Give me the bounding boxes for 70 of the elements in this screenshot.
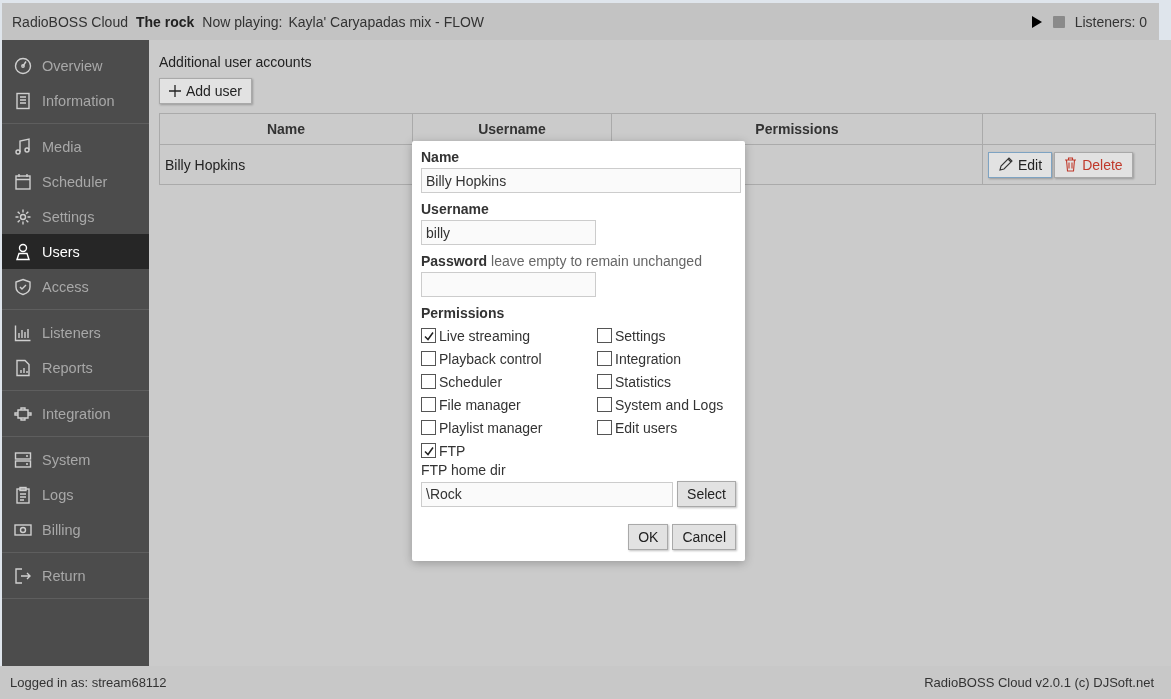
bar-chart-icon [14, 323, 32, 342]
station-name: The rock [135, 13, 195, 30]
field-label: FTP home dir [421, 462, 507, 478]
gauge-icon [14, 56, 32, 75]
password-field[interactable] [421, 272, 596, 297]
permission-checkbox[interactable]: Edit users [597, 416, 747, 439]
sidebar-item[interactable]: Logs [2, 477, 149, 512]
permission-checkbox[interactable]: Playback control [421, 347, 597, 370]
edit-button[interactable]: Edit [988, 151, 1053, 178]
plus-icon [169, 85, 181, 97]
sidebar-item[interactable]: Integration [2, 396, 149, 431]
field-hint: leave empty to remain unchanged [491, 253, 702, 269]
sidebar-item[interactable]: Billing [2, 512, 149, 547]
permission-checkbox[interactable]: Statistics [597, 370, 747, 393]
checkmark-icon [422, 329, 435, 342]
page-title: Additional user accounts [159, 54, 313, 70]
sidebar-item[interactable]: Settings [2, 199, 149, 234]
shield-icon [14, 277, 32, 296]
sidebar-item[interactable]: Users [2, 234, 149, 269]
book-icon [14, 91, 32, 110]
sidebar-item[interactable]: Access [2, 269, 149, 304]
checkmark-icon [422, 444, 435, 457]
play-icon[interactable] [1030, 14, 1043, 29]
sidebar-item[interactable]: Overview [2, 48, 149, 83]
server-icon [14, 450, 32, 469]
pencil-icon [998, 157, 1013, 172]
delete-button[interactable]: Delete [1054, 151, 1133, 178]
name-field[interactable]: Billy Hopkins [421, 168, 741, 193]
document-icon [14, 358, 32, 377]
ftp-dir-field[interactable]: \Rock [421, 481, 674, 507]
puzzle-icon [14, 404, 32, 423]
permission-checkbox[interactable]: Settings [597, 324, 747, 347]
app-title: RadioBOSS Cloud [12, 13, 128, 30]
select-button[interactable]: Select [677, 481, 736, 507]
column-header: Name [159, 113, 413, 145]
music-note-icon [14, 137, 32, 156]
sidebar-item[interactable]: System [2, 442, 149, 477]
sidebar-item[interactable]: Information [2, 83, 149, 118]
sidebar-item[interactable]: Return [2, 558, 149, 593]
sidebar-item[interactable]: Listeners [2, 315, 149, 350]
username-field[interactable]: billy [421, 220, 596, 245]
field-label: Username [421, 201, 490, 217]
now-playing-track: Kayla' Caryapadas mix - FLOW [288, 13, 485, 30]
now-playing-label: Now playing: [202, 13, 283, 30]
ok-button[interactable]: OK [628, 524, 669, 550]
clipboard-icon [14, 485, 32, 504]
section-label: Permissions [421, 305, 506, 321]
sidebar-item[interactable]: Reports [2, 350, 149, 385]
stop-icon[interactable] [1052, 15, 1065, 28]
gear-icon [14, 207, 32, 226]
permission-checkbox[interactable]: Playlist manager [421, 416, 597, 439]
permission-checkbox[interactable]: File manager [421, 393, 597, 416]
sidebar-item[interactable]: Scheduler [2, 164, 149, 199]
listeners-count: Listeners: 0 [1074, 13, 1147, 30]
permission-checkbox[interactable]: FTP [421, 439, 597, 462]
field-label: Password [421, 253, 488, 269]
field-label: Name [421, 149, 461, 165]
cancel-button[interactable]: Cancel [672, 524, 736, 550]
permission-checkbox[interactable]: Scheduler [421, 370, 597, 393]
exit-icon [14, 566, 32, 585]
permission-checkbox[interactable]: Integration [597, 347, 747, 370]
person-icon [14, 242, 32, 261]
add-user-button[interactable]: Add user [159, 78, 253, 104]
permission-checkbox[interactable]: Live streaming [421, 324, 597, 347]
version-text: RadioBOSS Cloud v2.0.1 (c) DJSoft.net [924, 675, 1154, 690]
permission-checkbox[interactable]: System and Logs [597, 393, 747, 416]
sidebar-item[interactable]: Media [2, 129, 149, 164]
logged-in-text: Logged in as: stream68112 [10, 675, 167, 690]
calendar-icon [14, 172, 32, 191]
trash-icon [1064, 157, 1078, 172]
